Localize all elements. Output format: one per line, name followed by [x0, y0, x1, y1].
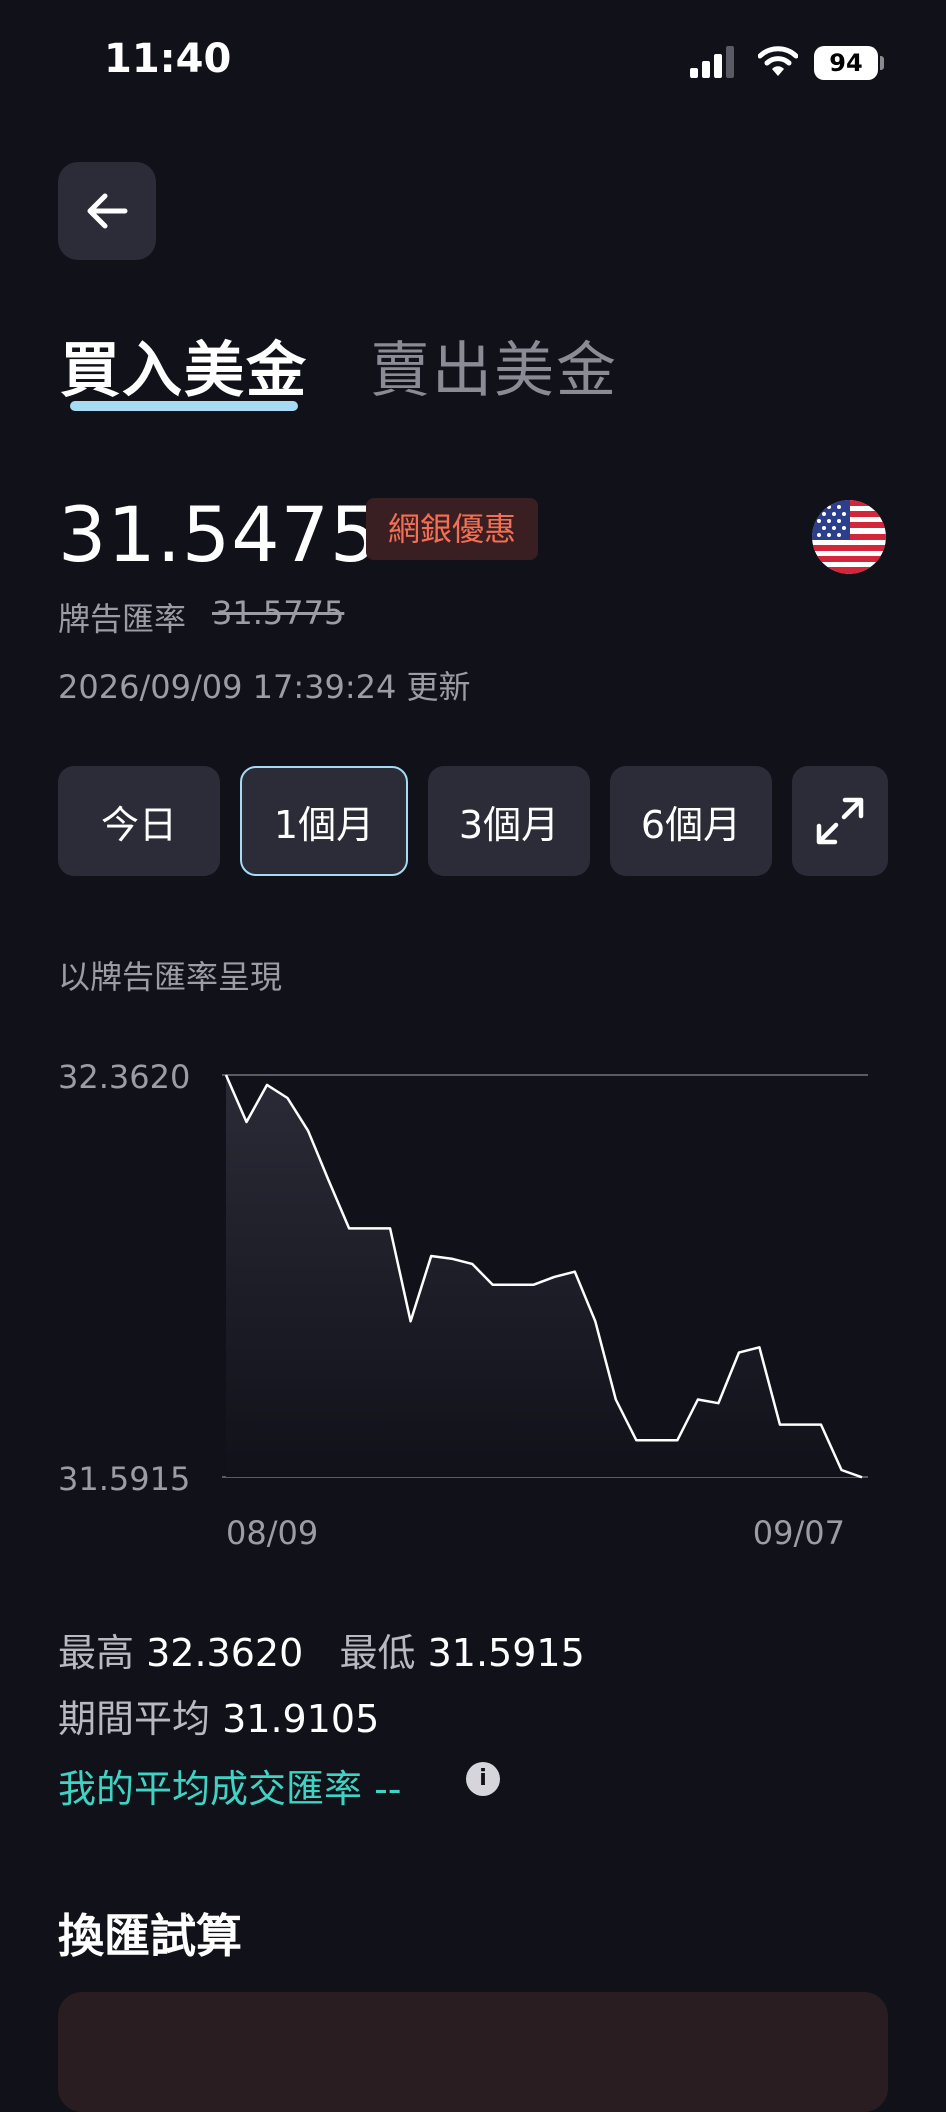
- chart-note: 以牌告匯率呈現: [58, 952, 282, 998]
- period-6-month-button[interactable]: 6個月: [610, 766, 772, 876]
- board-rate-label: 牌告匯率: [58, 594, 186, 640]
- y-tick-bottom: 31.5915: [58, 1460, 190, 1498]
- promo-card[interactable]: [58, 1992, 888, 2112]
- us-flag-icon: [812, 500, 886, 574]
- exchange-calculator-title: 換匯試算: [58, 1900, 242, 1966]
- battery-nub: [880, 56, 884, 70]
- tab-buy-usd[interactable]: 買入美金: [60, 322, 308, 409]
- current-rate: 31.5475: [58, 490, 379, 579]
- expand-chart-button[interactable]: [792, 766, 888, 876]
- average-label: 期間平均: [58, 1697, 210, 1741]
- rate-area: [226, 1075, 862, 1477]
- x-tick-start: 08/09: [226, 1514, 318, 1552]
- battery-indicator: 94: [814, 46, 878, 80]
- active-tab-indicator: [70, 401, 298, 411]
- update-timestamp: 2026/09/09 17:39:24 更新: [58, 662, 471, 708]
- high-value: 32.3620: [146, 1631, 303, 1675]
- rate-chart: 32.3620 31.5915 08/09 09/07: [0, 1040, 946, 1570]
- cellular-signal-icon: [690, 46, 738, 78]
- tab-sell-usd[interactable]: 賣出美金: [370, 322, 618, 409]
- arrow-left-icon: [85, 191, 129, 231]
- board-rate-value: 31.5775: [212, 594, 344, 632]
- period-3-month-button[interactable]: 3個月: [428, 766, 590, 876]
- x-tick-end: 09/07: [753, 1514, 845, 1552]
- period-1-month-button[interactable]: 1個月: [240, 766, 408, 876]
- period-today-button[interactable]: 今日: [58, 766, 220, 876]
- info-icon[interactable]: i: [466, 1762, 500, 1796]
- average-value: 31.9105: [222, 1697, 379, 1741]
- high-low-stats: 最高 32.3620 最低 31.5915: [58, 1622, 585, 1677]
- y-tick-top: 32.3620: [58, 1058, 190, 1096]
- low-label: 最低: [340, 1631, 416, 1675]
- status-time: 11:40: [104, 36, 231, 82]
- low-value: 31.5915: [428, 1631, 585, 1675]
- average-stats: 期間平均 31.9105: [58, 1688, 379, 1743]
- expand-icon: [815, 796, 865, 846]
- promo-badge: 網銀優惠: [366, 498, 538, 560]
- high-label: 最高: [58, 1631, 134, 1675]
- my-average-rate-link[interactable]: 我的平均成交匯率 --: [58, 1758, 402, 1813]
- back-button[interactable]: [58, 162, 156, 260]
- wifi-icon: [758, 44, 798, 78]
